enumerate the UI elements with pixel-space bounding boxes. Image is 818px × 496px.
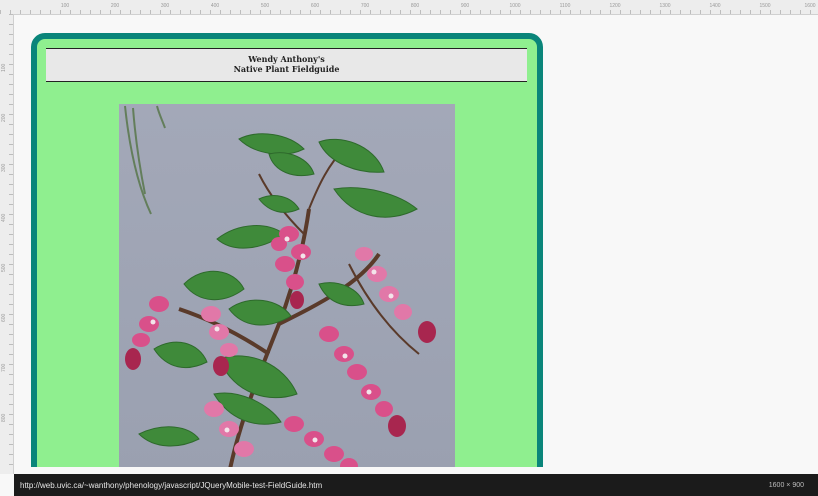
- header-title-line1: Wendy Anthony's: [248, 54, 325, 64]
- ruler-label: 800: [1, 413, 7, 422]
- ruler-label: 1500: [759, 3, 771, 9]
- ruler-label: 600: [310, 3, 320, 9]
- ruler-label: 800: [410, 3, 420, 9]
- ruler-label: 900: [460, 3, 470, 9]
- viewport-dimensions: 1600 × 900: [768, 481, 804, 489]
- ruler-label: 200: [110, 3, 120, 9]
- ruler-label: 1000: [509, 3, 521, 9]
- ruler-label: 500: [260, 3, 270, 9]
- ruler-label: 400: [210, 3, 220, 9]
- ruler-label: 300: [160, 3, 170, 9]
- page-url[interactable]: http://web.uvic.ca/~wanthony/phenology/j…: [20, 481, 322, 490]
- ruler-label: 700: [1, 363, 7, 372]
- ruler-label: 400: [1, 213, 7, 222]
- header-title-line2: Native Plant Fieldguide: [233, 64, 340, 74]
- ruler-label: 1600: [804, 3, 816, 9]
- left-ruler: 100 200 300 400 500 600 700 800: [0, 14, 14, 474]
- status-bar: http://web.uvic.ca/~wanthony/phenology/j…: [14, 474, 818, 496]
- top-ruler-ticks: [0, 10, 818, 14]
- top-ruler: 100 200 300 400 500 600 700 800 900 1000…: [0, 0, 818, 15]
- ruler-label: 100: [1, 63, 7, 72]
- ruler-label: 1100: [559, 3, 571, 9]
- ruler-label: 600: [1, 313, 7, 322]
- ruler-label: 1200: [609, 3, 621, 9]
- ruler-label: 700: [360, 3, 370, 9]
- flowering-currant-photo: [119, 104, 455, 467]
- plant-photo-illustration: [119, 104, 455, 467]
- ruler-label: 1300: [659, 3, 671, 9]
- ruler-label: 500: [1, 263, 7, 272]
- ruler-label: 300: [1, 163, 7, 172]
- preview-canvas: Wendy Anthony's Native Plant Fieldguide: [14, 15, 818, 467]
- ruler-label: 100: [60, 3, 70, 9]
- ruler-label: 1400: [709, 3, 721, 9]
- left-ruler-ticks: [9, 14, 13, 474]
- mobile-page-frame: Wendy Anthony's Native Plant Fieldguide: [31, 33, 543, 467]
- page-header: Wendy Anthony's Native Plant Fieldguide: [46, 48, 527, 82]
- ruler-label: 200: [1, 113, 7, 122]
